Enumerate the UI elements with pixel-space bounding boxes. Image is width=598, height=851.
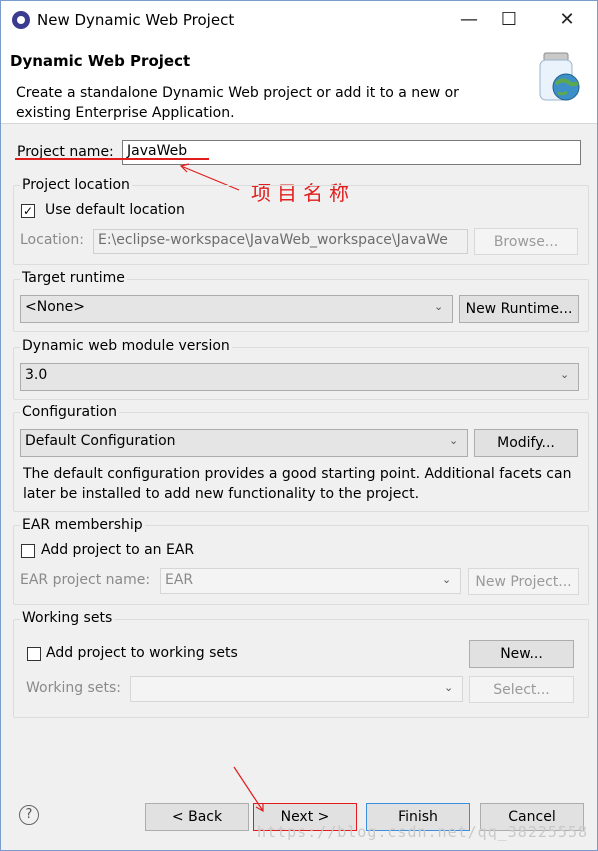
new-runtime-button[interactable]: New Runtime...: [459, 295, 579, 323]
target-runtime-select[interactable]: <None> ⌄: [20, 295, 453, 323]
dialog-window: New Dynamic Web Project — ☐ ✕ Dynamic We…: [0, 0, 598, 851]
working-sets-label: Working sets:: [26, 680, 121, 696]
use-default-location-checkbox[interactable]: ✓: [21, 204, 35, 218]
select-working-sets-button[interactable]: Select...: [469, 676, 574, 703]
working-sets-select[interactable]: ⌄: [130, 676, 463, 702]
add-to-working-sets-checkbox[interactable]: [27, 647, 41, 661]
add-to-working-sets-label: Add project to working sets: [46, 645, 238, 661]
target-runtime-title: Target runtime: [20, 270, 127, 286]
add-to-ear-checkbox[interactable]: [21, 544, 35, 558]
modify-button[interactable]: Modify...: [474, 429, 578, 457]
new-working-set-button[interactable]: New...: [469, 640, 574, 668]
browse-button[interactable]: Browse...: [474, 228, 578, 255]
window-title: New Dynamic Web Project: [37, 11, 235, 29]
configuration-value: Default Configuration: [25, 433, 176, 449]
close-button[interactable]: ✕: [547, 7, 587, 33]
ear-project-select[interactable]: EAR ⌄: [160, 568, 461, 594]
page-title: Dynamic Web Project: [10, 52, 191, 70]
watermark: https://blog.csdn.net/qq_38225558: [257, 823, 589, 841]
maximize-button[interactable]: ☐: [489, 7, 529, 33]
eclipse-icon: [12, 11, 30, 29]
configuration-description: The default configuration provides a goo…: [23, 466, 572, 502]
chevron-down-icon: ⌄: [444, 681, 454, 694]
working-sets-group: [13, 619, 589, 718]
next-annotation-arrow: [233, 766, 264, 813]
ear-project-name-label: EAR project name:: [20, 572, 151, 588]
title-bar: New Dynamic Web Project — ☐ ✕: [1, 1, 597, 39]
chevron-down-icon: ⌄: [442, 573, 452, 586]
location-label: Location:: [20, 232, 84, 248]
ear-membership-title: EAR membership: [20, 517, 145, 533]
project-location-title: Project location: [20, 177, 132, 193]
configuration-select[interactable]: Default Configuration ⌄: [20, 429, 468, 457]
help-icon[interactable]: ?: [19, 805, 39, 825]
module-version-value: 3.0: [25, 367, 48, 383]
working-sets-title: Working sets: [20, 610, 115, 626]
chevron-down-icon: ⌄: [449, 434, 459, 447]
module-version-title: Dynamic web module version: [20, 338, 232, 354]
chevron-down-icon: ⌄: [434, 300, 444, 313]
module-version-select[interactable]: 3.0 ⌄: [20, 363, 579, 391]
configuration-title: Configuration: [20, 404, 119, 420]
wizard-header: Dynamic Web Project Create a standalone …: [1, 39, 597, 124]
chevron-down-icon: ⌄: [560, 368, 570, 381]
page-description: Create a standalone Dynamic Web project …: [16, 85, 459, 121]
location-input[interactable]: E:\eclipse-workspace\JavaWeb_workspace\J…: [93, 229, 468, 254]
web-project-jar-icon: [539, 52, 580, 101]
new-ear-project-button[interactable]: New Project...: [468, 568, 579, 595]
add-to-ear-label: Add project to an EAR: [41, 542, 195, 558]
ear-project-value: EAR: [165, 572, 194, 588]
use-default-location-label: Use default location: [45, 202, 185, 218]
minimize-button[interactable]: —: [449, 7, 489, 33]
target-runtime-value: <None>: [25, 299, 85, 315]
